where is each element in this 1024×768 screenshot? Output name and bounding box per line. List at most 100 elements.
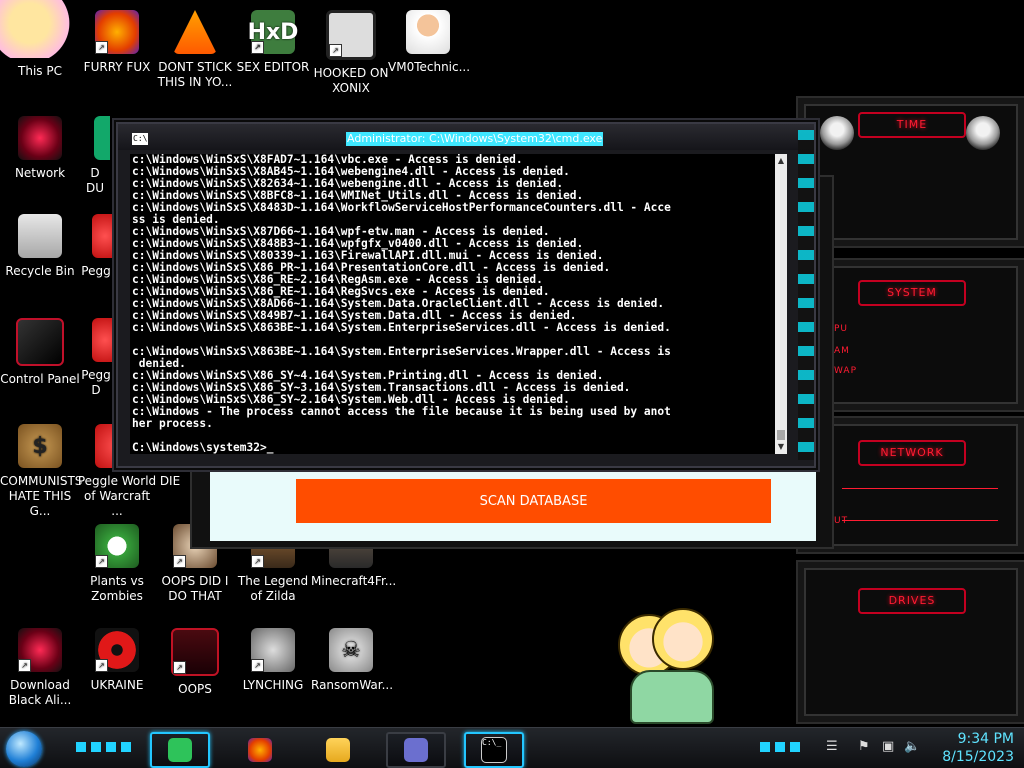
desktop-icon-peggle-partial[interactable]: Pegg bbox=[80, 210, 112, 279]
recycle-bin-icon bbox=[18, 214, 62, 258]
money-bag-icon: $ bbox=[18, 424, 62, 468]
taskbar-clock[interactable]: 9:34 PM 8/15/2023 bbox=[942, 730, 1014, 766]
console-line: C:\Windows\system32>_ bbox=[132, 441, 274, 454]
desktop-icon-ransomware[interactable]: ☠ RansomWar... bbox=[311, 624, 394, 693]
desktop-icon-label: The Legend of Zilda bbox=[237, 574, 309, 603]
desktop-icon-label: VM0Technic... bbox=[388, 60, 471, 74]
network-alien-icon bbox=[18, 116, 62, 160]
sticker-head bbox=[652, 608, 714, 670]
firefox-icon: ↗ bbox=[95, 10, 139, 54]
network-graph-line-in bbox=[842, 488, 998, 489]
desktop-icon-vm0technic[interactable]: VM0Technic... bbox=[388, 6, 471, 75]
desktop-icon-ukraine[interactable]: ↗ UKRAINE bbox=[77, 624, 157, 693]
alien-download-icon: ↗ bbox=[18, 628, 62, 672]
hxd-icon: HxD ↗ bbox=[248, 10, 298, 54]
cmd-window-title: Administrator: C:\Windows\System32\cmd.e… bbox=[346, 132, 604, 146]
desktop-icon-label: Control Panel bbox=[0, 372, 80, 386]
hxd-icon-text: HxD bbox=[247, 19, 299, 45]
desktop-icon-label: Plants vs Zombies bbox=[90, 574, 144, 603]
plants-vs-zombies-icon: ↗ bbox=[95, 524, 139, 568]
desktop-icon-label: Peggle World of Warcraft ... bbox=[77, 474, 157, 518]
control-panel-icon bbox=[16, 318, 64, 366]
cmd-console-output[interactable]: c:\Windows\WinSxS\X8FAD7~1.164\vbc.exe -… bbox=[130, 154, 775, 454]
network-tray-icon[interactable]: ▣ bbox=[882, 739, 894, 757]
sticker-body bbox=[630, 670, 714, 724]
desktop-icon-control-panel[interactable]: Control Panel bbox=[0, 314, 80, 387]
partial-app-icon bbox=[94, 116, 110, 160]
desktop-icon-dont-stick[interactable]: DONT STICK THIS IN YO... bbox=[155, 6, 235, 90]
volume-icon[interactable]: 🔈 bbox=[904, 739, 920, 757]
network-label-out: UT bbox=[834, 516, 849, 526]
desktop-icon-label: Pegg D bbox=[81, 368, 111, 397]
flag-icon[interactable]: ⚑ bbox=[858, 739, 870, 757]
network-gadget-title: NETWORK bbox=[858, 440, 966, 466]
cmd-window-decor-strip bbox=[798, 130, 814, 460]
desktop-icon-label: Download Black Ali... bbox=[8, 678, 72, 707]
network-graph-line-out bbox=[842, 520, 998, 521]
desktop-icon-label: DONT STICK THIS IN YO... bbox=[157, 60, 233, 89]
alien-head-icon bbox=[966, 116, 1000, 150]
time-gadget-title: TIME bbox=[858, 112, 966, 138]
desktop-icon-label: COMMUNISTS HATE THIS G... bbox=[0, 474, 83, 518]
desktop-icon-oops[interactable]: ↗ OOPS bbox=[155, 624, 235, 697]
desktop-icon-furry-fux[interactable]: ↗ FURRY FUX bbox=[77, 6, 157, 75]
taskbar-notes-app[interactable] bbox=[150, 732, 210, 768]
desktop-icon-label: OOPS bbox=[178, 682, 212, 696]
action-center-icon[interactable]: ☰ bbox=[826, 739, 838, 757]
card-app-icon bbox=[404, 738, 428, 762]
cmd-window[interactable]: C:\ Administrator: C:\Windows\System32\c… bbox=[116, 122, 816, 468]
desktop-icon-label: This PC bbox=[18, 64, 62, 78]
desktop-icon-label: UKRAINE bbox=[90, 678, 144, 692]
desktop-icon-network[interactable]: Network bbox=[0, 112, 80, 181]
scroll-down-arrow-icon[interactable]: ▼ bbox=[775, 440, 787, 454]
scan-database-button[interactable]: SCAN DATABASE bbox=[296, 479, 771, 523]
desktop-icon-label: Minecraft4Fr... bbox=[311, 574, 397, 588]
system-label-swap: WAP bbox=[834, 366, 857, 376]
desktop-icon-label: LYNCHING bbox=[242, 678, 304, 692]
desktop-icon-peggle-deluxe-partial[interactable]: Pegg D bbox=[80, 314, 112, 398]
console-line: c:\Windows - The process cannot access t… bbox=[132, 405, 671, 418]
desktop-icon-label: DIE bbox=[159, 474, 181, 488]
doctor-icon bbox=[406, 10, 450, 54]
desktop-icon-recycle-bin[interactable]: Recycle Bin bbox=[0, 210, 80, 279]
console-line: her process. bbox=[132, 417, 213, 430]
taskbar: C:\_ ☰ ⚑ ▣ 🔈 9:34 PM 8/15/2023 bbox=[0, 727, 1024, 768]
cmd-window-icon[interactable]: C:\ bbox=[132, 133, 148, 145]
desktop-icon-label: FURRY FUX bbox=[83, 60, 151, 74]
desktop-icon-sex-editor[interactable]: HxD ↗ SEX EDITOR bbox=[233, 6, 313, 75]
peggle-icon bbox=[92, 214, 112, 258]
clock-date: 8/15/2023 bbox=[942, 749, 1014, 765]
desktop-icon-du-partial[interactable]: D DU bbox=[80, 112, 110, 196]
alien-head-icon bbox=[820, 116, 854, 150]
peggle-deluxe-icon bbox=[92, 318, 112, 362]
drives-gadget-title: DRIVES bbox=[858, 588, 966, 614]
desktop-icon-label: Recycle Bin bbox=[5, 264, 75, 278]
desktop-icon-label: RansomWar... bbox=[311, 678, 394, 692]
start-button[interactable] bbox=[6, 731, 42, 767]
clock-time: 9:34 PM bbox=[957, 731, 1014, 747]
taskbar-file-explorer[interactable] bbox=[308, 732, 368, 768]
firefox-icon bbox=[248, 738, 272, 762]
scrollbar-thumb[interactable] bbox=[777, 430, 785, 440]
desktop-icon-plants-vs-zombies[interactable]: ↗ Plants vs Zombies bbox=[77, 520, 157, 604]
taskbar-card-app[interactable] bbox=[386, 732, 446, 768]
desktop-icon-hooked-on-xonix[interactable]: ↗ HOOKED ON XONIX bbox=[311, 6, 391, 96]
desktop-icon-this-pc[interactable]: This PC bbox=[0, 10, 80, 79]
scroll-up-arrow-icon[interactable]: ▲ bbox=[775, 154, 787, 168]
lynching-app-icon: ↗ bbox=[251, 628, 295, 672]
cmd-titlebar[interactable]: C:\ Administrator: C:\Windows\System32\c… bbox=[118, 124, 814, 150]
desktop-icon-lynching[interactable]: ↗ LYNCHING bbox=[233, 624, 313, 693]
drives-gadget[interactable]: DRIVES bbox=[796, 560, 1024, 724]
taskbar-firefox[interactable] bbox=[230, 732, 290, 768]
desktop-icon-label: Network bbox=[14, 166, 66, 180]
system-label-cpu: PU bbox=[834, 324, 849, 334]
desktop-icon-label: D DU bbox=[85, 166, 105, 195]
cmd-vertical-scrollbar[interactable]: ▲ ▼ bbox=[775, 154, 787, 454]
taskbar-cmd[interactable]: C:\_ bbox=[464, 732, 524, 768]
desktop-icon-label: OOPS DID I DO THAT bbox=[161, 574, 229, 603]
desktop-icon-download-black-alien[interactable]: ↗ Download Black Ali... bbox=[0, 624, 80, 708]
taskbar-decor bbox=[76, 742, 134, 752]
desktop-icon-communists[interactable]: $ COMMUNISTS HATE THIS G... bbox=[0, 420, 83, 519]
system-label-ram: AM bbox=[834, 346, 850, 356]
maze-icon: ↗ bbox=[326, 10, 376, 60]
